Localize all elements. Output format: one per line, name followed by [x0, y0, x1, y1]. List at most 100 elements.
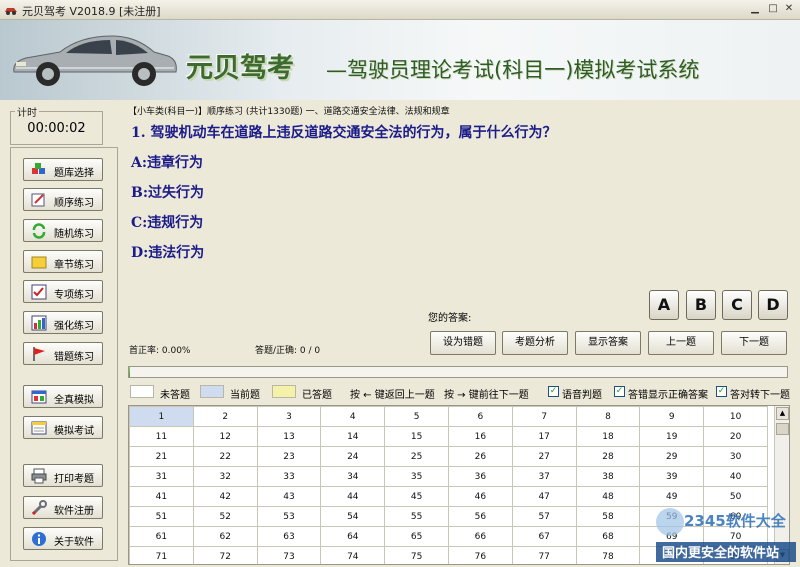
topic-practice-button[interactable]: 专项练习 [23, 280, 103, 303]
question-cell[interactable]: 33 [256, 466, 322, 487]
question-cell[interactable]: 28 [575, 446, 641, 467]
question-cell[interactable]: 39 [639, 466, 705, 487]
register-software-button[interactable]: 软件注册 [23, 496, 103, 519]
show-correct-checkbox[interactable]: ✓ [614, 386, 625, 397]
question-cell[interactable]: 77 [511, 546, 577, 564]
question-cell[interactable]: 27 [511, 446, 577, 467]
question-cell[interactable]: 8 [575, 406, 641, 427]
minimize-button[interactable]: ▁ [748, 3, 762, 16]
question-cell[interactable]: 43 [256, 486, 322, 507]
question-cell[interactable]: 66 [447, 526, 513, 547]
intensive-practice-button[interactable]: 强化练习 [23, 311, 103, 334]
option-a[interactable]: A:违章行为 [131, 152, 203, 172]
question-cell[interactable]: 7 [511, 406, 577, 427]
question-cell[interactable]: 53 [256, 506, 322, 527]
answer-b-button[interactable]: B [686, 290, 716, 320]
question-cell[interactable]: 2 [192, 406, 258, 427]
question-cell[interactable]: 75 [384, 546, 449, 564]
question-cell[interactable]: 14 [320, 426, 386, 447]
question-cell[interactable]: 10 [703, 406, 768, 427]
question-cell[interactable]: 44 [320, 486, 386, 507]
show-answer-button[interactable]: 显示答案 [575, 331, 641, 355]
question-cell[interactable]: 19 [639, 426, 705, 447]
next-question-button[interactable]: 下一题 [721, 331, 787, 355]
question-cell[interactable]: 51 [129, 506, 194, 527]
answer-a-button[interactable]: A [649, 290, 679, 320]
print-questions-button[interactable]: 打印考题 [23, 464, 103, 487]
question-cell[interactable]: 5 [384, 406, 449, 427]
question-cell[interactable]: 24 [320, 446, 386, 467]
question-cell[interactable]: 74 [320, 546, 386, 564]
option-d[interactable]: D:违法行为 [131, 242, 204, 262]
mock-exam-button[interactable]: 模拟考试 [23, 416, 103, 439]
question-cell[interactable]: 54 [320, 506, 386, 527]
question-cell[interactable]: 38 [575, 466, 641, 487]
question-cell[interactable]: 58 [575, 506, 641, 527]
option-b[interactable]: B:过失行为 [131, 182, 204, 202]
question-cell[interactable]: 52 [192, 506, 258, 527]
question-cell[interactable]: 41 [129, 486, 194, 507]
question-cell[interactable]: 15 [384, 426, 449, 447]
question-cell[interactable]: 45 [384, 486, 449, 507]
question-cell[interactable]: 47 [511, 486, 577, 507]
prev-question-button[interactable]: 上一题 [648, 331, 714, 355]
mark-wrong-button[interactable]: 设为错题 [430, 331, 496, 355]
analysis-button[interactable]: 考题分析 [502, 331, 568, 355]
question-cell[interactable]: 61 [129, 526, 194, 547]
voice-checkbox[interactable]: ✓ [548, 386, 559, 397]
question-cell[interactable]: 65 [384, 526, 449, 547]
question-cell[interactable]: 26 [447, 446, 513, 467]
question-cell[interactable]: 36 [447, 466, 513, 487]
auto-next-checkbox[interactable]: ✓ [716, 386, 727, 397]
option-c[interactable]: C:违规行为 [131, 212, 203, 232]
full-mock-button[interactable]: 全真模拟 [23, 385, 103, 408]
question-cell[interactable]: 22 [192, 446, 258, 467]
question-cell[interactable]: 16 [447, 426, 513, 447]
question-cell[interactable]: 73 [256, 546, 322, 564]
question-cell[interactable]: 31 [129, 466, 194, 487]
wrong-practice-button[interactable]: 错题练习 [23, 342, 103, 365]
question-cell[interactable]: 1 [129, 406, 194, 427]
answer-d-button[interactable]: D [758, 290, 788, 320]
question-cell[interactable]: 64 [320, 526, 386, 547]
question-cell[interactable]: 55 [384, 506, 449, 527]
question-cell[interactable]: 71 [129, 546, 194, 564]
question-cell[interactable]: 3 [256, 406, 322, 427]
question-cell[interactable]: 78 [575, 546, 641, 564]
question-cell[interactable]: 68 [575, 526, 641, 547]
question-cell[interactable]: 23 [256, 446, 322, 467]
question-cell[interactable]: 42 [192, 486, 258, 507]
question-cell[interactable]: 72 [192, 546, 258, 564]
question-cell[interactable]: 9 [639, 406, 705, 427]
question-cell[interactable]: 35 [384, 466, 449, 487]
question-cell[interactable]: 62 [192, 526, 258, 547]
question-cell[interactable]: 37 [511, 466, 577, 487]
sequential-practice-button[interactable]: 顺序练习 [23, 188, 103, 211]
question-cell[interactable]: 20 [703, 426, 768, 447]
close-button[interactable]: ✕ [782, 3, 796, 16]
answer-c-button[interactable]: C [722, 290, 752, 320]
maximize-button[interactable]: □ [766, 3, 780, 16]
question-cell[interactable]: 32 [192, 466, 258, 487]
question-cell[interactable]: 48 [575, 486, 641, 507]
question-cell[interactable]: 11 [129, 426, 194, 447]
library-select-button[interactable]: 题库选择 [23, 158, 103, 181]
question-cell[interactable]: 67 [511, 526, 577, 547]
question-cell[interactable]: 30 [703, 446, 768, 467]
random-practice-button[interactable]: 随机练习 [23, 219, 103, 242]
question-cell[interactable]: 63 [256, 526, 322, 547]
question-cell[interactable]: 40 [703, 466, 768, 487]
question-cell[interactable]: 76 [447, 546, 513, 564]
question-cell[interactable]: 57 [511, 506, 577, 527]
question-cell[interactable]: 25 [384, 446, 449, 467]
question-cell[interactable]: 13 [256, 426, 322, 447]
chapter-practice-button[interactable]: 章节练习 [23, 250, 103, 273]
question-cell[interactable]: 46 [447, 486, 513, 507]
question-cell[interactable]: 21 [129, 446, 194, 467]
question-cell[interactable]: 12 [192, 426, 258, 447]
question-cell[interactable]: 34 [320, 466, 386, 487]
question-cell[interactable]: 18 [575, 426, 641, 447]
scroll-thumb[interactable] [776, 423, 789, 435]
about-software-button[interactable]: 关于软件 [23, 527, 103, 550]
question-cell[interactable]: 56 [447, 506, 513, 527]
